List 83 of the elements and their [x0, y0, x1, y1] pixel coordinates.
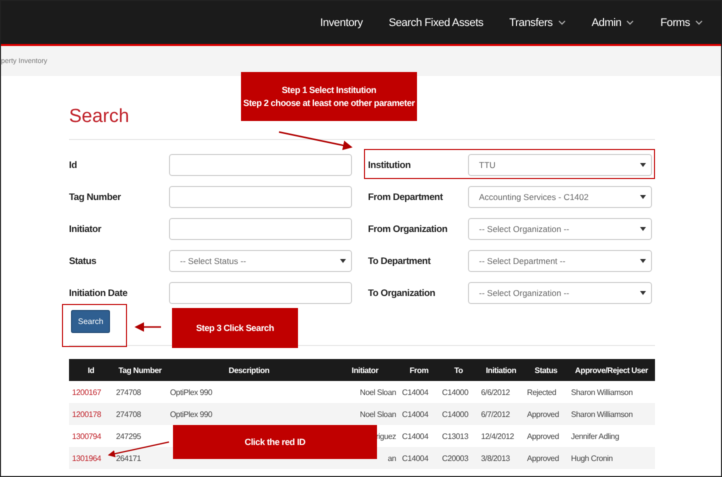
field-label: Institution — [368, 160, 412, 170]
chevron-down-icon — [558, 20, 566, 26]
table-cell: Approved — [527, 454, 559, 462]
table-cell: Noel Sloan — [360, 388, 396, 396]
input-field[interactable] — [169, 218, 352, 240]
instruction-callout: Step 1 Select Institution Step 2 choose at least one other parameter — [241, 72, 417, 121]
nav-link[interactable]: Inventory — [320, 16, 363, 28]
id-link[interactable]: 1200178 — [72, 410, 102, 418]
table-cell: C20003 — [442, 454, 468, 462]
input-field[interactable] — [169, 282, 352, 304]
table-cell: C14004 — [402, 454, 428, 462]
table-cell: 274708 — [116, 410, 141, 418]
caret-icon — [340, 259, 346, 263]
table-cell: 247295 — [116, 432, 141, 440]
id-link[interactable]: 1301964 — [72, 454, 102, 462]
page-title: Search — [69, 105, 130, 129]
column-header: Initiation — [478, 359, 524, 381]
field-label: Status — [69, 256, 98, 266]
table-cell: 6/7/2012 — [481, 410, 510, 418]
field-label: From Organization — [368, 224, 448, 234]
column-header: Id — [69, 359, 113, 381]
table-cell: Sharon Williamson — [571, 388, 633, 396]
chevron-down-icon — [695, 20, 703, 26]
column-header: Approve/Reject User — [568, 359, 655, 381]
dropdown-field[interactable]: TTU — [468, 154, 652, 176]
column-header: Initiator — [331, 359, 399, 381]
table-cell: Noel Sloan — [360, 410, 396, 418]
column-header: Description — [167, 359, 331, 381]
table-cell: Jennifer Adling — [571, 432, 619, 440]
column-header: From — [399, 359, 439, 381]
column-header: Tag Number — [113, 359, 167, 381]
nav-link[interactable]: Transfers — [509, 16, 566, 28]
table-cell: 274708 — [116, 388, 141, 396]
caret-icon — [640, 163, 646, 167]
field-label: Tag Number — [69, 192, 122, 202]
table-cell: C14004 — [402, 432, 428, 440]
field-label: From Department — [368, 192, 444, 202]
table-cell: OptiPlex 990 — [170, 410, 212, 418]
field-label: Id — [69, 160, 78, 170]
nav-link[interactable]: Admin — [592, 16, 634, 28]
dropdown-field[interactable]: -- Select Organization -- — [468, 218, 652, 240]
dropdown-field[interactable]: -- Select Status -- — [169, 250, 352, 272]
caret-icon — [640, 227, 646, 231]
id-link[interactable]: 1200167 — [72, 388, 102, 396]
table-cell: Approved — [527, 432, 559, 440]
search-button[interactable]: Search — [71, 310, 110, 333]
caret-icon — [640, 291, 646, 295]
table-cell: 12/4/2012 — [481, 432, 514, 440]
dropdown-field[interactable]: -- Select Department -- — [468, 250, 652, 272]
field-label: Initiator — [69, 224, 102, 234]
table-cell: Approved — [527, 410, 559, 418]
field-label: To Organization — [368, 288, 436, 298]
table-cell: 3/8/2013 — [481, 454, 510, 462]
table-cell: C13013 — [442, 432, 468, 440]
table-cell: an — [388, 454, 396, 462]
nav-link[interactable]: Forms — [660, 16, 703, 28]
instruction-callout: Click the red ID — [173, 425, 377, 459]
table-cell: 264171 — [116, 454, 141, 462]
table-cell: Rejected — [527, 388, 556, 396]
table-cell: Sharon Williamson — [571, 410, 633, 418]
highlight-frame — [62, 304, 127, 347]
table-cell: OptiPlex 990 — [170, 388, 212, 396]
arrow — [134, 322, 161, 332]
table-cell: 6/6/2012 — [481, 388, 510, 396]
column-header: Status — [524, 359, 568, 381]
instruction-callout: Step 3 Click Search — [172, 308, 298, 348]
table-cell: C14004 — [402, 410, 428, 418]
id-link[interactable]: 1300794 — [72, 432, 102, 440]
column-header: To — [439, 359, 478, 381]
table-cell: C14000 — [442, 410, 468, 418]
table-cell: Hugh Cronin — [571, 454, 613, 462]
input-field[interactable] — [169, 186, 352, 208]
table-cell: C14000 — [442, 388, 468, 396]
table-cell: C14004 — [402, 388, 428, 396]
input-field[interactable] — [169, 154, 352, 176]
caret-icon — [640, 259, 646, 263]
nav-link[interactable]: Search Fixed Assets — [388, 16, 484, 28]
field-label: To Department — [368, 256, 432, 266]
field-label: Initiation Date — [69, 288, 128, 298]
caret-icon — [640, 195, 646, 199]
chevron-down-icon — [626, 20, 634, 26]
dropdown-field[interactable]: Accounting Services - C1402 — [468, 186, 652, 208]
dropdown-field[interactable]: -- Select Organization -- — [468, 282, 652, 304]
